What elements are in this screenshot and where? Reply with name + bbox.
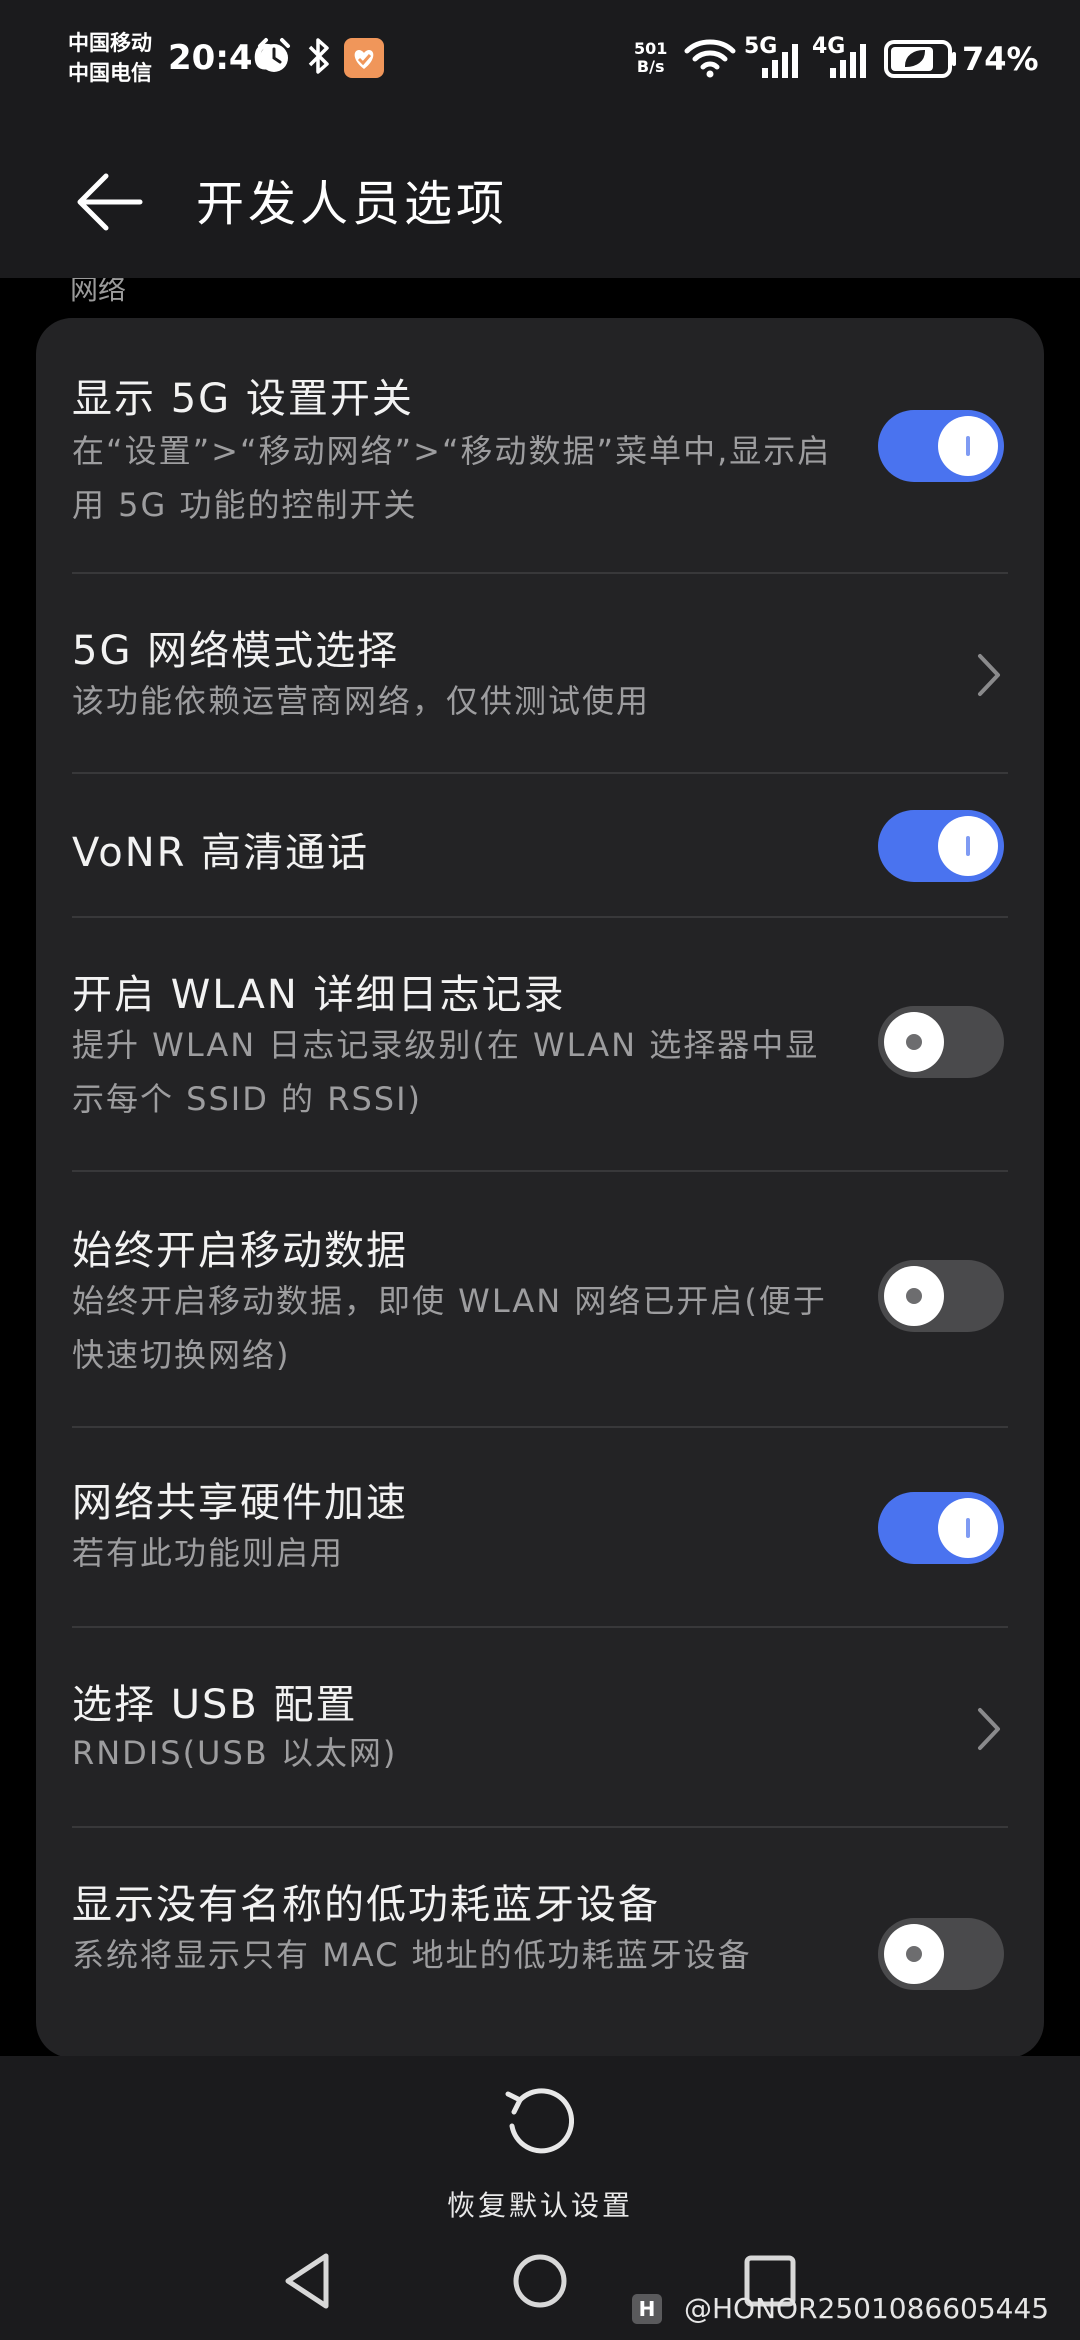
toggle-switch[interactable] [878, 410, 1004, 482]
setting-row-wlan-log[interactable]: 开启 WLAN 详细日志记录 提升 WLAN 日志记录级别(在 WLAN 选择器… [36, 918, 1044, 1170]
nav-back-icon[interactable] [274, 2246, 344, 2316]
status-bar: 中国移动 中国电信 20:46 501 B/s 5G 4G 74% [0, 0, 1080, 120]
toggle-switch[interactable] [878, 1918, 1004, 1990]
setting-row-tethering-accel[interactable]: 网络共享硬件加速 若有此功能则启用 [36, 1428, 1044, 1626]
alarm-icon [258, 38, 290, 72]
watermark-text: @HONOR2501086605445 [684, 2292, 1050, 2325]
setting-title: 选择 USB 配置 [72, 1682, 358, 1728]
setting-title: VoNR 高清通话 [72, 830, 370, 876]
setting-row-vonr[interactable]: VoNR 高清通话 [36, 774, 1044, 916]
battery-level: 74% [962, 40, 1039, 78]
setting-row-5g-switch[interactable]: 显示 5G 设置开关 在“设置”>“移动网络”>“移动数据”菜单中,显示启用 5… [36, 318, 1044, 572]
toggle-switch[interactable] [878, 810, 1004, 882]
toggle-knob [938, 816, 998, 876]
restore-defaults-label: 恢复默认设置 [446, 2189, 633, 2222]
carrier-info: 中国移动 中国电信 [68, 28, 152, 88]
setting-title: 始终开启移动数据 [72, 1228, 408, 1274]
net-speed-value: 501 [634, 39, 668, 58]
chevron-right-icon [978, 654, 1000, 696]
toggle-switch[interactable] [878, 1260, 1004, 1332]
watermark-logo-icon: H [632, 2294, 662, 2324]
setting-title: 显示没有名称的低功耗蓝牙设备 [72, 1882, 660, 1928]
toggle-knob [884, 1012, 944, 1072]
wifi-icon [684, 39, 736, 78]
setting-row-mobile-data[interactable]: 始终开启移动数据 始终开启移动数据，即使 WLAN 网络已开启(便于快速切换网络… [36, 1172, 1044, 1426]
toggle-knob [938, 1498, 998, 1558]
toggle-knob [884, 1924, 944, 1984]
carrier-1: 中国移动 [68, 31, 152, 55]
setting-title: 5G 网络模式选择 [72, 628, 400, 674]
setting-description: 在“设置”>“移动网络”>“移动数据”菜单中,显示启用 5G 功能的控制开关 [72, 432, 832, 524]
signal-bars-1-icon [762, 44, 798, 78]
net-speed: 501 B/s [634, 40, 667, 76]
setting-title: 网络共享硬件加速 [72, 1480, 408, 1526]
app-bar: 开发人员选项 [0, 120, 1080, 278]
setting-description: 始终开启移动数据，即使 WLAN 网络已开启(便于快速切换网络) [72, 1282, 827, 1374]
setting-row-5g-mode[interactable]: 5G 网络模式选择 该功能依赖运营商网络，仅供测试使用 [36, 574, 1044, 772]
battery-icon [884, 40, 956, 78]
toggle-knob [884, 1266, 944, 1326]
setting-description: 提升 WLAN 日志记录级别(在 WLAN 选择器中显示每个 SSID 的 RS… [72, 1026, 820, 1118]
toggle-knob [938, 416, 998, 476]
nav-home-icon[interactable] [505, 2246, 575, 2316]
back-arrow-icon[interactable] [66, 160, 150, 244]
setting-title: 开启 WLAN 详细日志记录 [72, 972, 566, 1018]
setting-row-unnamed-ble[interactable]: 显示没有名称的低功耗蓝牙设备 系统将显示只有 MAC 地址的低功耗蓝牙设备 [36, 1828, 1044, 2058]
bluetooth-icon [308, 38, 329, 74]
toggle-switch[interactable] [878, 1492, 1004, 1564]
setting-row-usb-config[interactable]: 选择 USB 配置 RNDIS(USB 以太网) [36, 1628, 1044, 1826]
restore-defaults-button[interactable]: 恢复默认设置 [430, 2080, 650, 2250]
app-notification-icon [344, 38, 384, 78]
net-speed-unit: B/s [636, 57, 665, 76]
setting-description: RNDIS(USB 以太网) [72, 1734, 398, 1772]
restore-icon [505, 2088, 575, 2154]
toggle-switch[interactable] [878, 1006, 1004, 1078]
setting-description: 该功能依赖运营商网络，仅供测试使用 [72, 682, 651, 720]
setting-title: 显示 5G 设置开关 [72, 376, 414, 422]
carrier-2: 中国电信 [68, 61, 152, 85]
chevron-right-icon [978, 1708, 1000, 1750]
signal-bars-2-icon [830, 44, 866, 78]
settings-card: 显示 5G 设置开关 在“设置”>“移动网络”>“移动数据”菜单中,显示启用 5… [36, 318, 1044, 2058]
setting-description: 若有此功能则启用 [72, 1534, 345, 1572]
page-title: 开发人员选项 [196, 176, 509, 232]
setting-description: 系统将显示只有 MAC 地址的低功耗蓝牙设备 [72, 1936, 752, 1974]
